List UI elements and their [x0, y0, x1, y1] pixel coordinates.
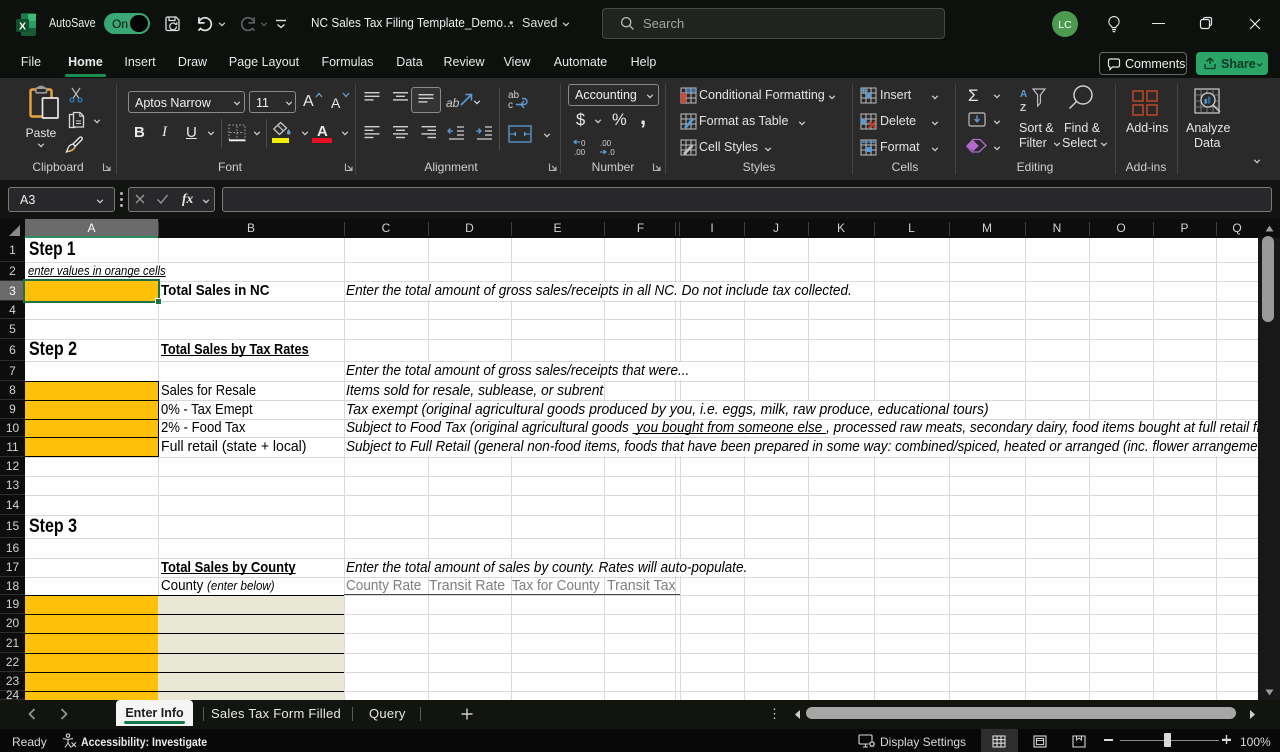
svg-text:.00: .00 [600, 139, 612, 148]
svg-text:c: c [508, 100, 513, 110]
svg-text:.00: .00 [574, 148, 586, 156]
svg-text:A: A [1020, 89, 1027, 100]
svg-text:X: X [19, 20, 26, 32]
svg-text:.0: .0 [608, 148, 615, 156]
svg-text:0: 0 [581, 139, 586, 148]
svg-text:Z: Z [1020, 103, 1026, 113]
